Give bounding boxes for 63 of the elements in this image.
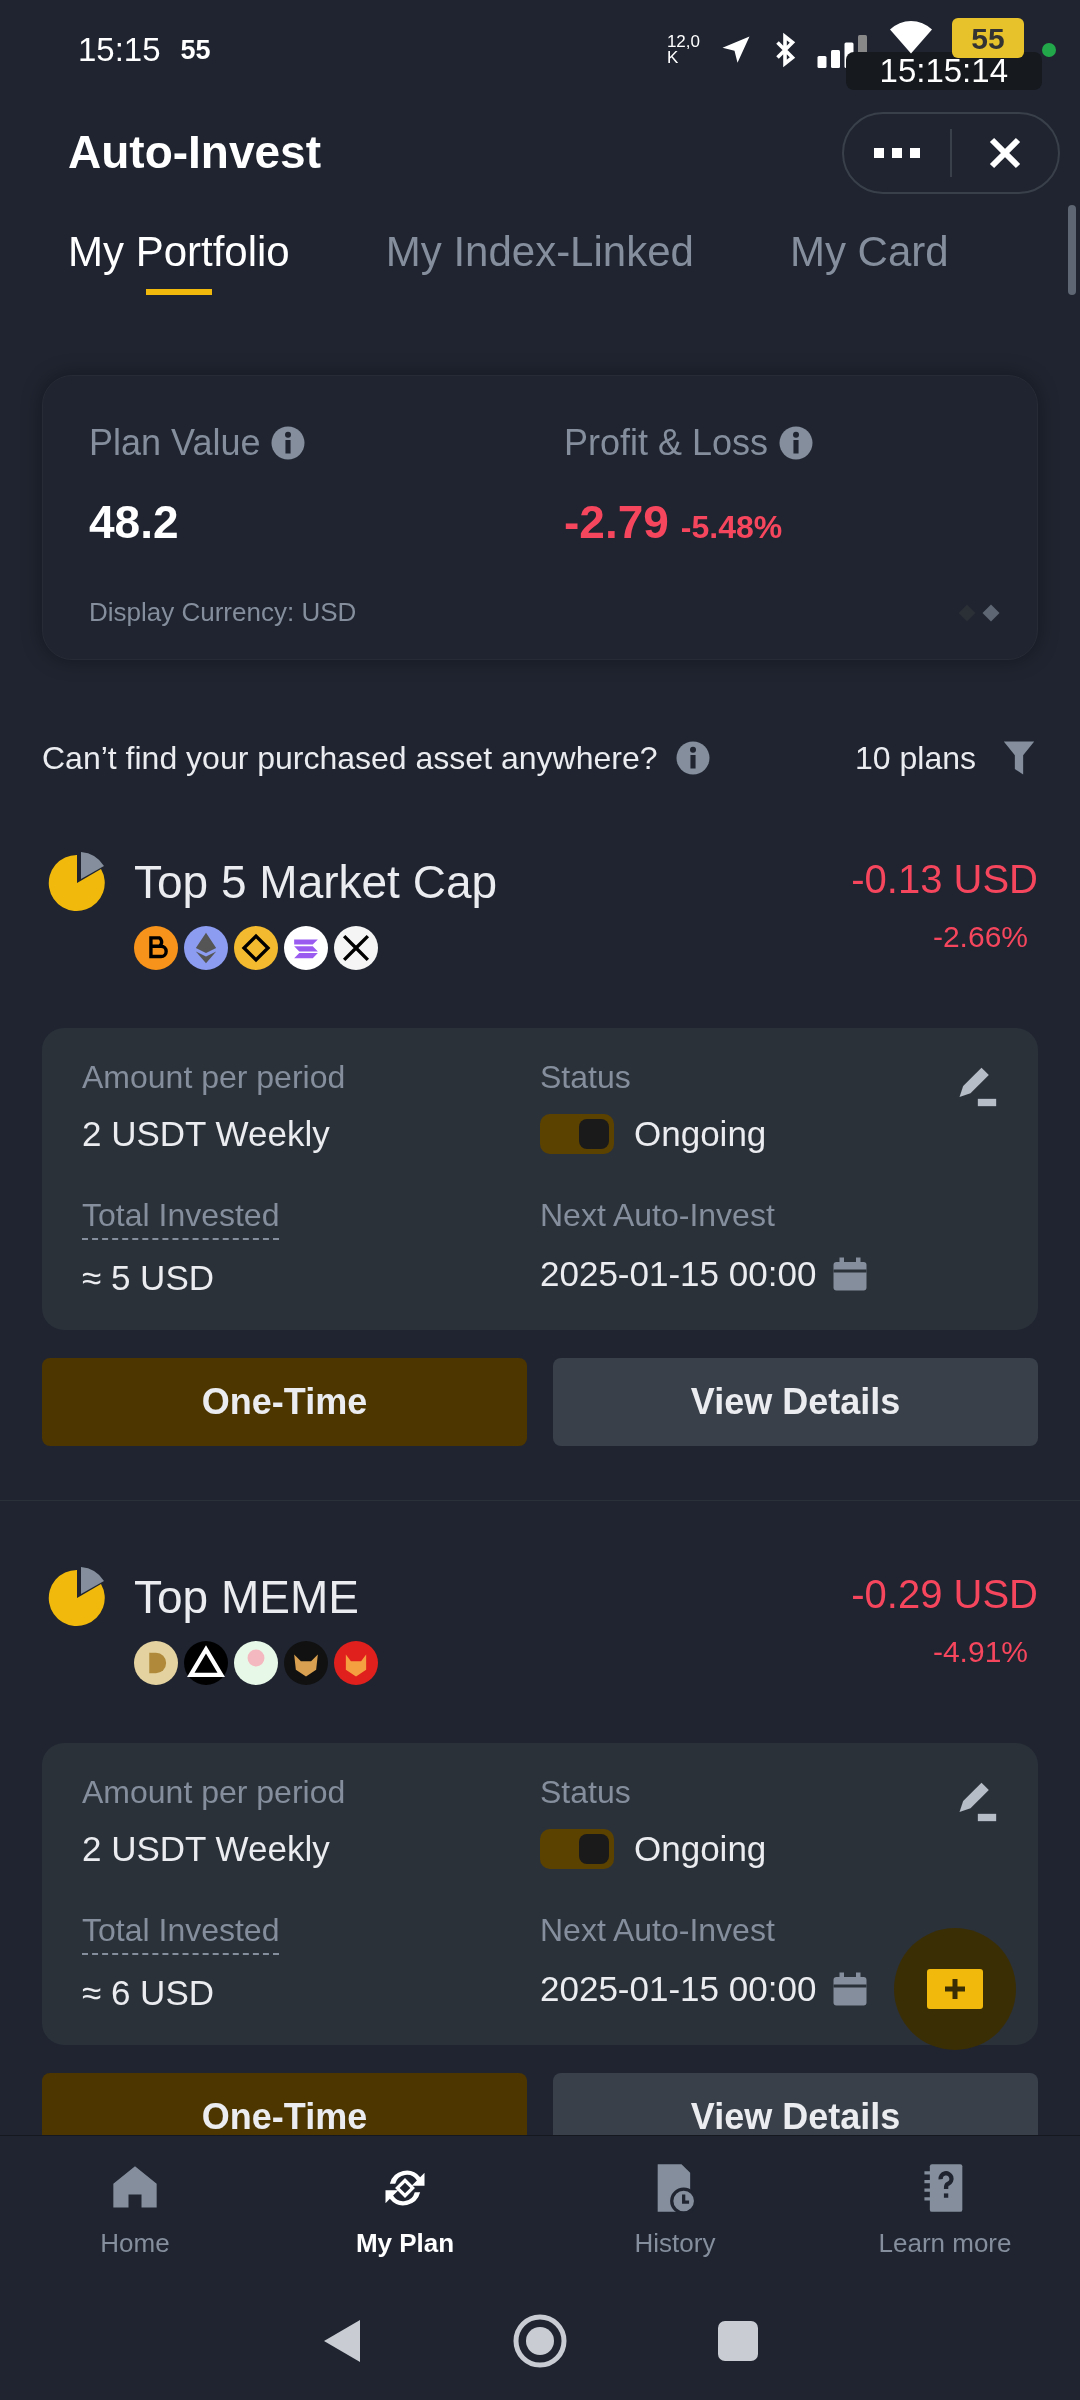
- profit-loss-value: -2.79: [564, 495, 669, 550]
- plan-profit-loss-percent: -2.66%: [932, 919, 1028, 955]
- label: Plan Value: [89, 421, 261, 465]
- nav-item[interactable]: My Plan: [270, 2136, 540, 2281]
- detail-label: Amount per period: [82, 1058, 346, 1097]
- overlay-clock: 15:15:14: [845, 52, 1042, 90]
- detail-label: Next Auto-Invest: [540, 1911, 775, 1950]
- plan-value: 48.2: [89, 495, 180, 550]
- wifi-icon: [888, 19, 934, 55]
- home-button[interactable]: [512, 2313, 568, 2369]
- page-title: Auto-Invest: [68, 125, 321, 180]
- detail-label: Status: [540, 1773, 631, 1812]
- label: Profit & Loss: [564, 421, 769, 465]
- plan-profit-loss: -0.29 USD: [851, 1571, 1038, 1618]
- info-icon: [778, 425, 815, 461]
- info-icon: [675, 740, 712, 776]
- nav-item[interactable]: History: [540, 2136, 810, 2281]
- status-value: Ongoing: [634, 1113, 767, 1155]
- detail-value: 2025-01-15 00:00: [540, 1968, 817, 2010]
- plan-count: 10 plans: [855, 739, 976, 778]
- detail-value: 2 USDT Weekly: [82, 1113, 331, 1155]
- tab[interactable]: My Card: [789, 205, 949, 295]
- network-speed-unit: K: [666, 50, 679, 66]
- detail-label: Status: [540, 1058, 631, 1097]
- detail-label: Next Auto-Invest: [540, 1196, 775, 1235]
- toggle-switch[interactable]: [540, 1829, 614, 1870]
- profit-loss-percent: -5.48%: [680, 508, 783, 547]
- status-text: 55: [180, 33, 211, 67]
- recents-button[interactable]: [718, 2321, 758, 2361]
- plan-profit-loss-percent: -4.91%: [932, 1634, 1028, 1670]
- info-icon: [270, 425, 307, 461]
- detail-value: ≈ 5 USD: [82, 1257, 216, 1299]
- status-value: Ongoing: [634, 1828, 767, 1870]
- nav-item[interactable]: Learn more: [810, 2136, 1080, 2281]
- nav-item[interactable]: Home: [0, 2136, 270, 2281]
- status-time: 15:15: [78, 30, 161, 71]
- detail-value: ≈ 6 USD: [82, 1972, 216, 2014]
- detail-value: 2025-01-15 00:00: [540, 1253, 817, 1295]
- detail-label: Total Invested: [82, 1192, 280, 1240]
- currency-note: Display Currency: USD: [89, 596, 357, 629]
- view-details-button[interactable]: View Details: [553, 2073, 1038, 2135]
- one-time-button[interactable]: One-Time: [42, 1358, 527, 1446]
- plan-profit-loss: -0.13 USD: [851, 856, 1038, 903]
- back-button[interactable]: [322, 2318, 362, 2364]
- more-icon: [874, 146, 920, 159]
- plan-name: Top 5 Market Cap: [134, 855, 498, 910]
- detail-label: Amount per period: [82, 1773, 346, 1812]
- toggle-switch[interactable]: [540, 1114, 614, 1155]
- tab[interactable]: My Portfolio: [68, 205, 290, 295]
- notice-text: Can’t find your purchased asset anywhere?: [42, 739, 658, 778]
- plus-icon: [927, 1969, 983, 2009]
- calendar-icon: [832, 1256, 869, 1293]
- detail-label: Total Invested: [82, 1907, 280, 1955]
- tab-indicator: [145, 289, 212, 295]
- plan-name: Top MEME: [134, 1570, 360, 1625]
- filter-icon[interactable]: [1002, 740, 1036, 776]
- close-icon: [988, 135, 1022, 170]
- tab[interactable]: My Index-Linked: [385, 205, 694, 295]
- one-time-button[interactable]: One-Time: [42, 2073, 527, 2135]
- view-details-button[interactable]: View Details: [553, 1358, 1038, 1446]
- network-speed: 12,0: [666, 34, 700, 50]
- calendar-icon: [832, 1971, 869, 2008]
- detail-value: 2 USDT Weekly: [82, 1828, 331, 1870]
